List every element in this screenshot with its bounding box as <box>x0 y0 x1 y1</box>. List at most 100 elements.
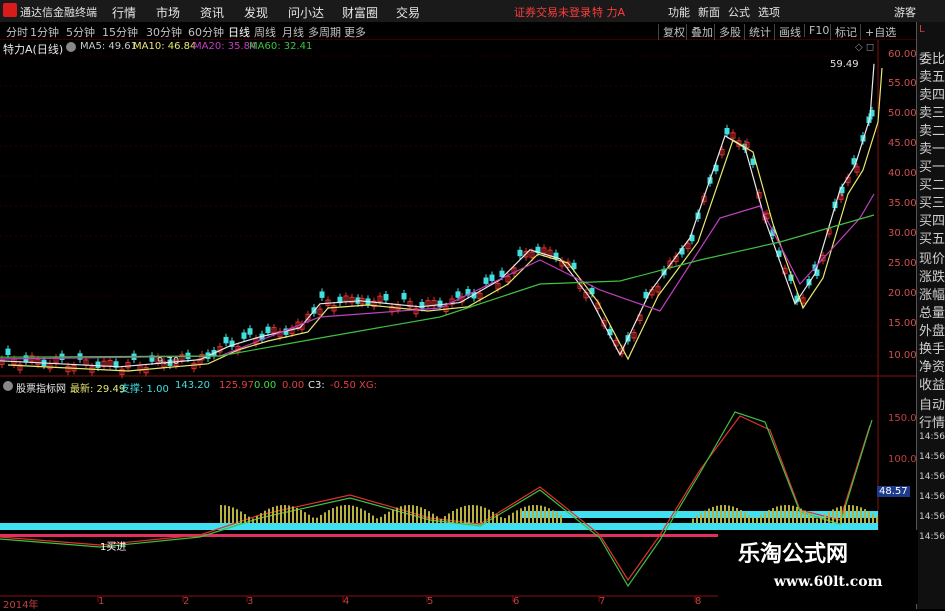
label-buy1: 买一 <box>919 160 945 175</box>
indicator-histogram-bar <box>396 507 398 523</box>
indicator-settings-icon[interactable] <box>3 381 13 391</box>
indicator-histogram-bar <box>728 505 730 523</box>
high-price-label: 59.49 <box>830 59 859 70</box>
menu-shichang[interactable]: 市场 <box>156 4 180 21</box>
indicator-histogram-bar <box>548 508 550 523</box>
label-quote[interactable]: 行情 <box>919 412 945 431</box>
menu-zixun[interactable]: 资讯 <box>200 4 224 21</box>
indicator-histogram-bar <box>300 509 302 523</box>
menu-hangqing[interactable]: 行情 <box>112 4 136 21</box>
menu-wenxiaoda[interactable]: 问小达 <box>288 4 324 21</box>
tab-fenshi[interactable]: 分时 <box>6 24 28 40</box>
indicator-histogram-bar <box>720 505 722 523</box>
tool-diejia[interactable]: 叠加 <box>686 24 713 40</box>
label-net-assets: 净资 <box>919 360 945 375</box>
indicator-histogram-bar <box>504 518 506 523</box>
x-tick: 5 <box>427 596 434 607</box>
time-label: 14:56 <box>919 532 945 542</box>
label-buy2: 买二 <box>919 178 945 193</box>
indicator-histogram-bar <box>768 509 770 523</box>
candle-body <box>401 293 407 300</box>
watermark-title: 乐淘公式网 <box>738 541 849 567</box>
time-label: 14:56 <box>919 492 945 502</box>
label-buy3: 买三 <box>919 196 945 211</box>
menu-xinmian[interactable]: 新面 <box>698 4 720 20</box>
indicator-histogram-bar <box>700 513 702 523</box>
support-band <box>0 523 878 530</box>
chart-control-icons[interactable]: ◇ ◻ <box>855 42 874 53</box>
y-tick: 25.00 <box>888 258 917 269</box>
indicator-histogram-bar <box>276 505 278 523</box>
indicator-histogram-bar <box>756 517 758 523</box>
menu-xuanxiang[interactable]: 选项 <box>758 4 780 20</box>
tab-30min[interactable]: 30分钟 <box>146 24 182 40</box>
time-label: 14:56 <box>919 512 945 522</box>
candle-body <box>750 158 756 165</box>
indicator-histogram-bar <box>420 507 422 523</box>
indicator-histogram-bar <box>716 505 718 523</box>
indicator-histogram-bar <box>316 517 318 523</box>
tab-5min[interactable]: 5分钟 <box>66 24 95 40</box>
indicator-histogram-bar <box>268 508 270 523</box>
candle-body <box>483 277 489 284</box>
candle-body <box>437 300 443 307</box>
indicator-histogram-bar <box>840 506 842 523</box>
label-earnings: 收益 <box>919 378 945 393</box>
indicator-histogram-bar <box>704 510 706 523</box>
tab-60min[interactable]: 60分钟 <box>188 24 224 40</box>
menu-caifuquan[interactable]: 财富圈 <box>342 4 378 21</box>
label-buy4: 买四 <box>919 214 945 229</box>
indicator-histogram-bar <box>284 505 286 523</box>
user-guest[interactable]: 游客 <box>894 4 916 20</box>
indicator-histogram-bar <box>856 506 858 523</box>
indicator-histogram-bar <box>432 513 434 523</box>
menu-faxian[interactable]: 发现 <box>244 4 268 21</box>
indicator-histogram-bar <box>500 517 502 523</box>
tab-daily[interactable]: 日线 <box>228 24 250 40</box>
menu-jiaoyi[interactable]: 交易 <box>396 4 420 21</box>
indicator-histogram-bar <box>488 509 490 523</box>
indicator-histogram-bar <box>780 505 782 523</box>
label-sell1: 卖一 <box>919 142 945 157</box>
settings-dot-icon[interactable] <box>66 42 76 52</box>
tab-monthly[interactable]: 月线 <box>282 24 304 40</box>
tab-more[interactable]: 更多 <box>344 24 366 40</box>
indicator-histogram-bar <box>412 505 414 523</box>
tool-zixuan[interactable]: +自选 <box>860 24 896 40</box>
tab-1min[interactable]: 1分钟 <box>30 24 59 40</box>
tool-duogu[interactable]: 多股 <box>714 24 741 40</box>
tool-huaxian[interactable]: 画线 <box>774 24 801 40</box>
indicator-histogram-bar <box>220 505 222 523</box>
tab-15min[interactable]: 15分钟 <box>102 24 138 40</box>
y-tick: 55.00 <box>888 78 917 89</box>
indicator-name[interactable]: 股票指标网 <box>16 380 66 395</box>
indicator-histogram-bar <box>240 511 242 523</box>
ma5-line <box>0 63 875 368</box>
indicator-histogram-bar <box>476 505 478 523</box>
indicator-histogram-bar <box>280 505 282 523</box>
indicator-histogram-bar <box>848 505 850 523</box>
tool-fuquan[interactable]: 复权 <box>658 24 685 40</box>
tab-multi-period[interactable]: 多周期 <box>308 24 341 40</box>
indicator-histogram-bar <box>496 514 498 523</box>
time-label: 14:56 <box>919 432 945 442</box>
indicator-histogram-bar <box>876 516 878 523</box>
indicator-histogram-bar <box>744 512 746 523</box>
kline-chart-area[interactable] <box>0 40 916 609</box>
quote-side-panel[interactable]: L 委比 卖五 卖四 卖三 卖二 卖一 买一 买二 买三 买四 买五 现价 涨跌… <box>916 22 945 609</box>
chart-title: 特力A(日线) <box>3 43 64 56</box>
label-turnover: 换手 <box>919 342 945 357</box>
indicator-histogram-bar <box>516 510 518 523</box>
tab-weekly[interactable]: 周线 <box>254 24 276 40</box>
menu-gongshi[interactable]: 公式 <box>728 4 750 20</box>
tool-f10[interactable]: F10 <box>804 24 829 37</box>
indicator-histogram-bar <box>508 515 510 523</box>
indicator-histogram-bar <box>520 508 522 523</box>
menu-gongneng[interactable]: 功能 <box>668 4 690 20</box>
candle-body <box>241 332 247 339</box>
login-notice[interactable]: 证券交易未登录 <box>514 4 591 20</box>
ind-xg-label: -0.50 XG: <box>330 380 378 391</box>
tool-tongji[interactable]: 统计 <box>744 24 771 40</box>
label-auto[interactable]: 自动 <box>919 394 945 413</box>
tool-biaoji[interactable]: 标记 <box>830 24 857 40</box>
